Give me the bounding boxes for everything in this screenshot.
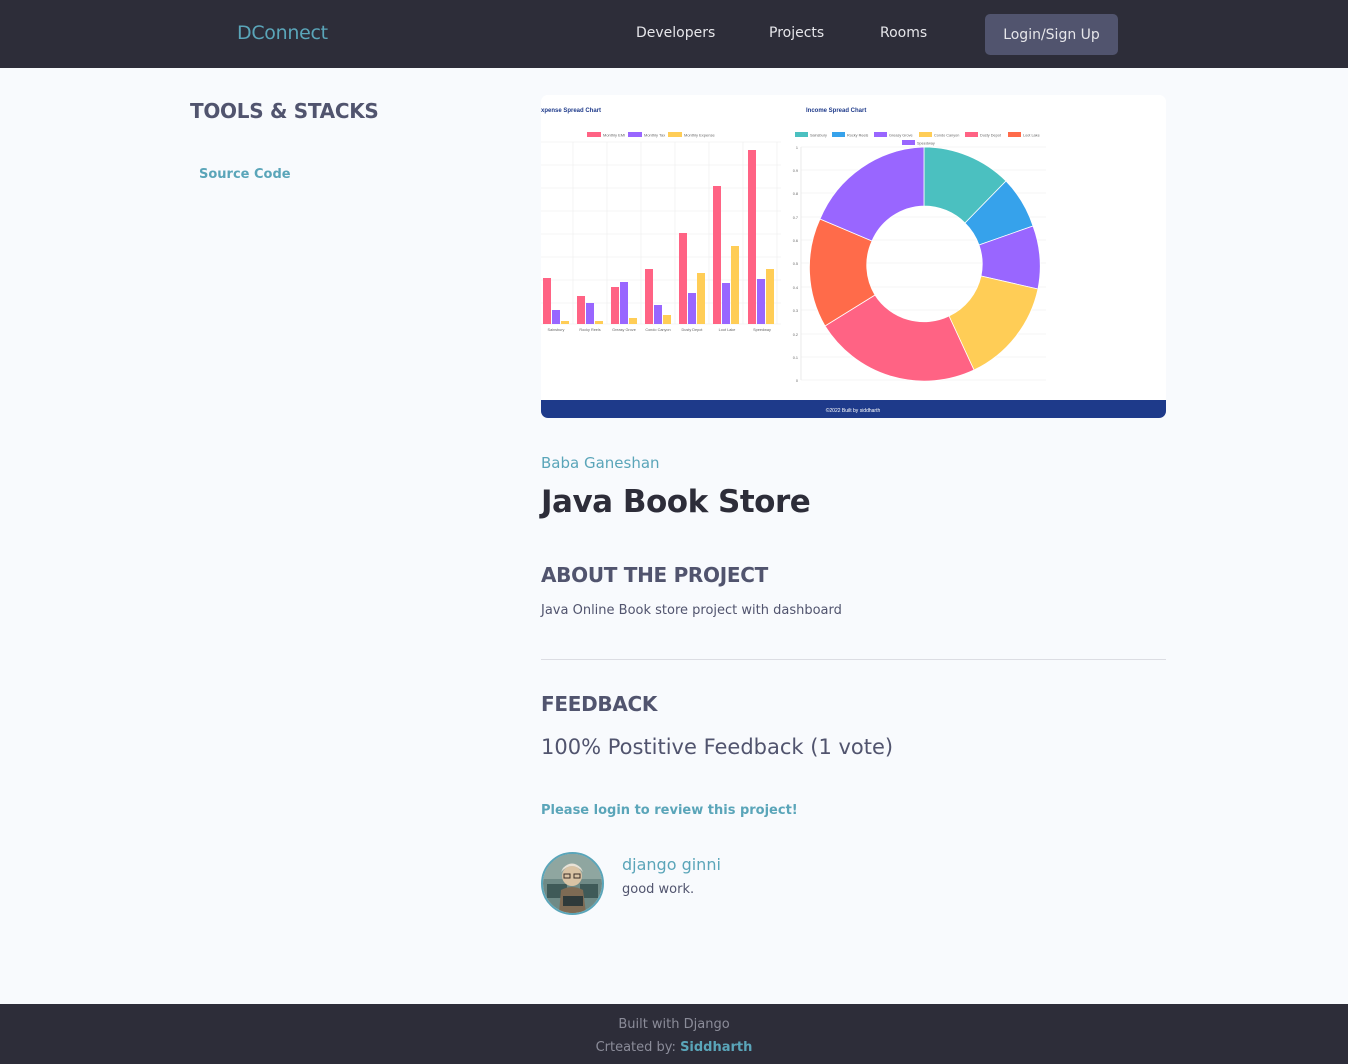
bar-category: Speedway [753,328,771,332]
bar [595,321,603,324]
bar [722,283,730,324]
bar [561,321,569,324]
bar [688,293,696,324]
thumbnail-footer-text: ©2022 Built by siddharth [826,407,881,414]
bar [620,282,628,324]
y-tick: 0.4 [793,286,798,290]
donut-legend-item: Speedway [917,142,935,146]
y-tick: 0.7 [793,216,798,220]
nav-rooms[interactable]: Rooms [880,25,927,41]
review-author-link[interactable]: django ginni [622,855,721,874]
review-body: good work. [622,882,695,897]
donut-legend-item: Loot Lake [1023,134,1040,138]
donut-legend-item: Dusty Depot [980,134,1002,138]
footer-created-by-label: Crteated by: [595,1040,681,1055]
bar-category: Rocky Reels [579,328,600,332]
donut-legend-item: Greasy Grove [889,134,913,138]
logo[interactable]: DConnect [237,22,328,44]
bar-legend-0: Monthly EMI [603,133,625,138]
donut-legend-item: Rocky Reels [847,134,868,138]
bar [629,318,637,324]
right-chart-title: Income Spread Chart [806,108,866,114]
donut-legend-item: Sainsbury [810,134,827,138]
y-tick: 0.2 [793,333,798,337]
bar [645,269,653,324]
bar [757,279,765,324]
avatar[interactable] [541,852,604,915]
bar-category: Dusty Depot [682,328,704,332]
top-navbar: DConnect Developers Projects Rooms Login… [0,0,1348,68]
y-tick: 0.1 [793,356,798,360]
y-tick: 0.9 [793,169,798,173]
login-to-review-link[interactable]: Please login to review this project! [541,803,798,818]
page-footer: Built with Django Crteated by: Siddharth [0,1004,1348,1064]
thumbnail-graphic: xpense Spread Chart Monthly EMI Monthly … [541,95,1166,418]
footer-credit: Crteated by: Siddharth [0,1040,1348,1055]
bar [552,310,560,324]
bar [586,303,594,324]
source-code-link[interactable]: Source Code [199,167,291,182]
donut-legend-item: Condo Canyon [934,134,959,138]
bar [748,150,756,324]
section-divider [541,659,1166,660]
nav-projects[interactable]: Projects [769,25,824,41]
bar [663,315,671,324]
y-tick: 0.8 [793,192,798,196]
bar-chart-legend: Monthly EMI Monthly Tax Monthly Expense [587,132,715,138]
y-tick: 0 [796,379,798,383]
bar [577,296,585,324]
bar [731,246,739,324]
bar [654,305,662,324]
footer-built-with: Built with Django [618,1017,730,1032]
bar-category: Sainsbury [548,328,565,332]
left-chart-title: xpense Spread Chart [541,108,601,114]
bar [697,273,705,324]
y-tick: 0.3 [793,309,798,313]
bar-category: Loot Lake [719,328,736,332]
feedback-stat: 100% Postitive Feedback (1 vote) [541,735,894,759]
y-tick: 1 [796,146,798,150]
tools-stacks-heading: TOOLS & STACKS [190,99,379,123]
project-thumbnail: xpense Spread Chart Monthly EMI Monthly … [541,95,1166,418]
avatar-image [543,854,602,913]
bar-category: Greasy Grove [612,328,636,332]
bar [713,186,721,324]
bar-legend-2: Monthly Expense [684,133,715,138]
project-owner-link[interactable]: Baba Ganeshan [541,454,660,472]
bar-category: Condo Canyon [645,328,670,332]
footer-author-link[interactable]: Siddharth [680,1040,752,1055]
bar-legend-1: Monthly Tax [644,133,665,138]
project-title: Java Book Store [541,484,811,520]
nav-developers[interactable]: Developers [636,25,715,41]
bar [679,233,687,324]
bar [543,278,551,324]
about-description: Java Online Book store project with dash… [541,603,842,618]
y-tick: 0.6 [793,239,798,243]
about-heading: ABOUT THE PROJECT [541,563,768,587]
bar [611,287,619,324]
feedback-heading: FEEDBACK [541,692,658,716]
y-tick: 0.5 [793,262,798,266]
bar [766,269,774,324]
login-signup-button[interactable]: Login/Sign Up [985,14,1118,55]
